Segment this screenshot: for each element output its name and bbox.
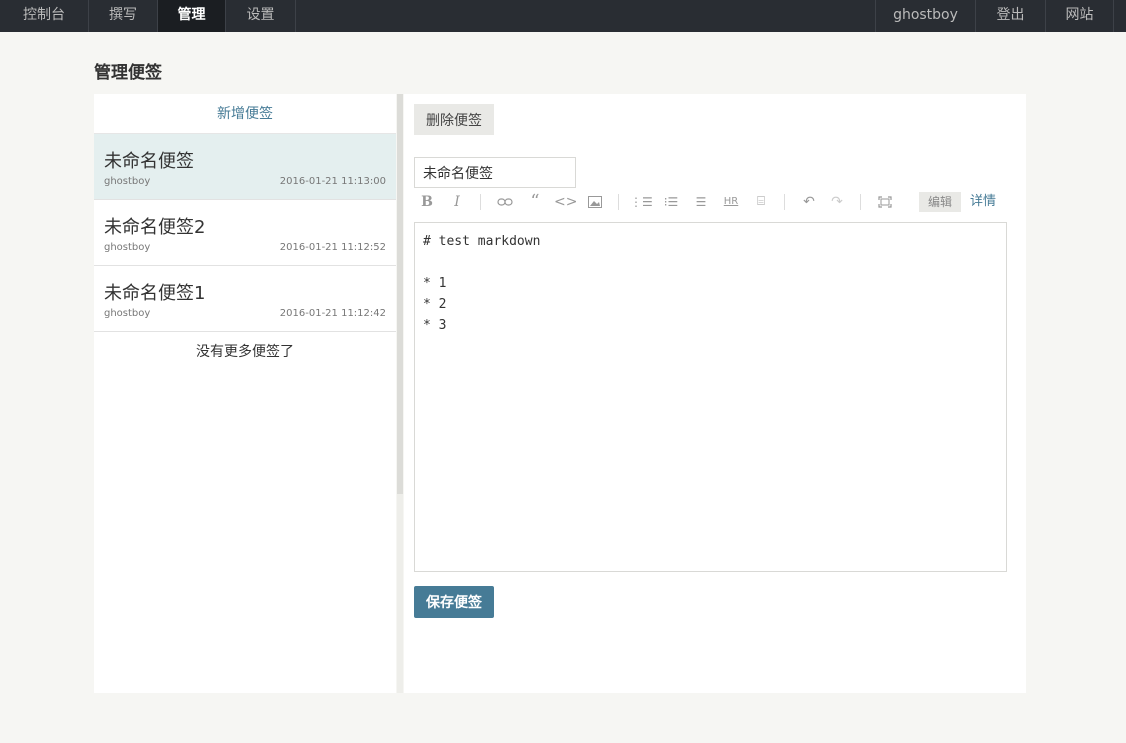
save-note-button[interactable]: 保存便签 (414, 586, 494, 618)
add-note-link[interactable]: 新增便签 (94, 94, 396, 134)
scrollbar-thumb[interactable] (397, 94, 403, 494)
note-title: 未命名便签1 (104, 283, 206, 304)
note-author: ghostboy (104, 308, 151, 319)
quote-icon[interactable]: “ (524, 190, 546, 214)
markdown-editor[interactable]: # test markdown * 1 * 2 * 3 (414, 222, 1007, 572)
editor-toolbar: B I “ <> ⋮☰ ⁝☰ ☰ HR ⌸ ↶ ↷ 编辑 详情 (414, 190, 1006, 214)
delete-note-button[interactable]: 删除便签 (414, 104, 494, 135)
bold-icon[interactable]: B (418, 190, 436, 214)
note-title: 未命名便签2 (104, 217, 206, 238)
note-author: ghostboy (104, 242, 151, 253)
note-title-input[interactable] (414, 157, 576, 188)
note-author: ghostboy (104, 176, 151, 187)
note-time: 2016-01-21 11:13:00 (279, 176, 386, 187)
no-more-notes-text: 没有更多便签了 (196, 344, 294, 360)
preview-tab[interactable]: 详情 (970, 190, 996, 214)
italic-icon[interactable]: I (448, 190, 466, 214)
notes-list-panel: 新增便签 未命名便签 ghostboy 2016-01-21 11:13:00 … (94, 94, 396, 693)
undo-icon[interactable]: ↶ (798, 190, 820, 214)
nav-settings[interactable]: 设置 (226, 0, 296, 32)
toolbar-divider (860, 194, 861, 210)
list-scrollbar[interactable] (397, 94, 403, 693)
title-icon[interactable]: ☰ (690, 190, 712, 214)
edit-tab[interactable]: 编辑 (919, 192, 961, 212)
toolbar-divider (784, 194, 785, 210)
note-item[interactable]: 未命名便签1 ghostboy 2016-01-21 11:12:42 (94, 266, 396, 332)
redo-icon[interactable]: ↷ (826, 190, 848, 214)
code-icon[interactable]: <> (554, 190, 577, 214)
image-icon[interactable] (584, 190, 606, 214)
nav-logout[interactable]: 登出 (975, 0, 1045, 32)
note-item[interactable]: 未命名便签 ghostboy 2016-01-21 11:13:00 (94, 134, 396, 200)
toolbar-divider (618, 194, 619, 210)
more-icon[interactable]: ⌸ (750, 190, 772, 214)
page-title: 管理便签 (94, 63, 162, 83)
top-nav: 控制台 撰写 管理 设置 ghostboy 登出 网站 (0, 0, 1126, 32)
nav-manage[interactable]: 管理 (158, 0, 226, 32)
link-icon[interactable] (494, 190, 516, 214)
note-title: 未命名便签 (104, 151, 194, 172)
hr-icon[interactable]: HR (720, 190, 742, 214)
nav-site[interactable]: 网站 (1045, 0, 1114, 32)
nav-dashboard[interactable]: 控制台 (0, 0, 89, 32)
note-time: 2016-01-21 11:12:42 (279, 308, 386, 319)
ordered-list-icon[interactable]: ⋮☰ (630, 190, 653, 214)
note-time: 2016-01-21 11:12:52 (279, 242, 386, 253)
nav-write[interactable]: 撰写 (89, 0, 158, 32)
fullscreen-icon[interactable] (874, 190, 896, 214)
note-item[interactable]: 未命名便签2 ghostboy 2016-01-21 11:12:52 (94, 200, 396, 266)
editor-panel: 删除便签 B I “ <> ⋮☰ ⁝☰ ☰ HR ⌸ ↶ ↷ 编辑 详情 # t… (404, 94, 1026, 693)
toolbar-divider (480, 194, 481, 210)
nav-user[interactable]: ghostboy (875, 0, 975, 32)
unordered-list-icon[interactable]: ⁝☰ (660, 190, 682, 214)
